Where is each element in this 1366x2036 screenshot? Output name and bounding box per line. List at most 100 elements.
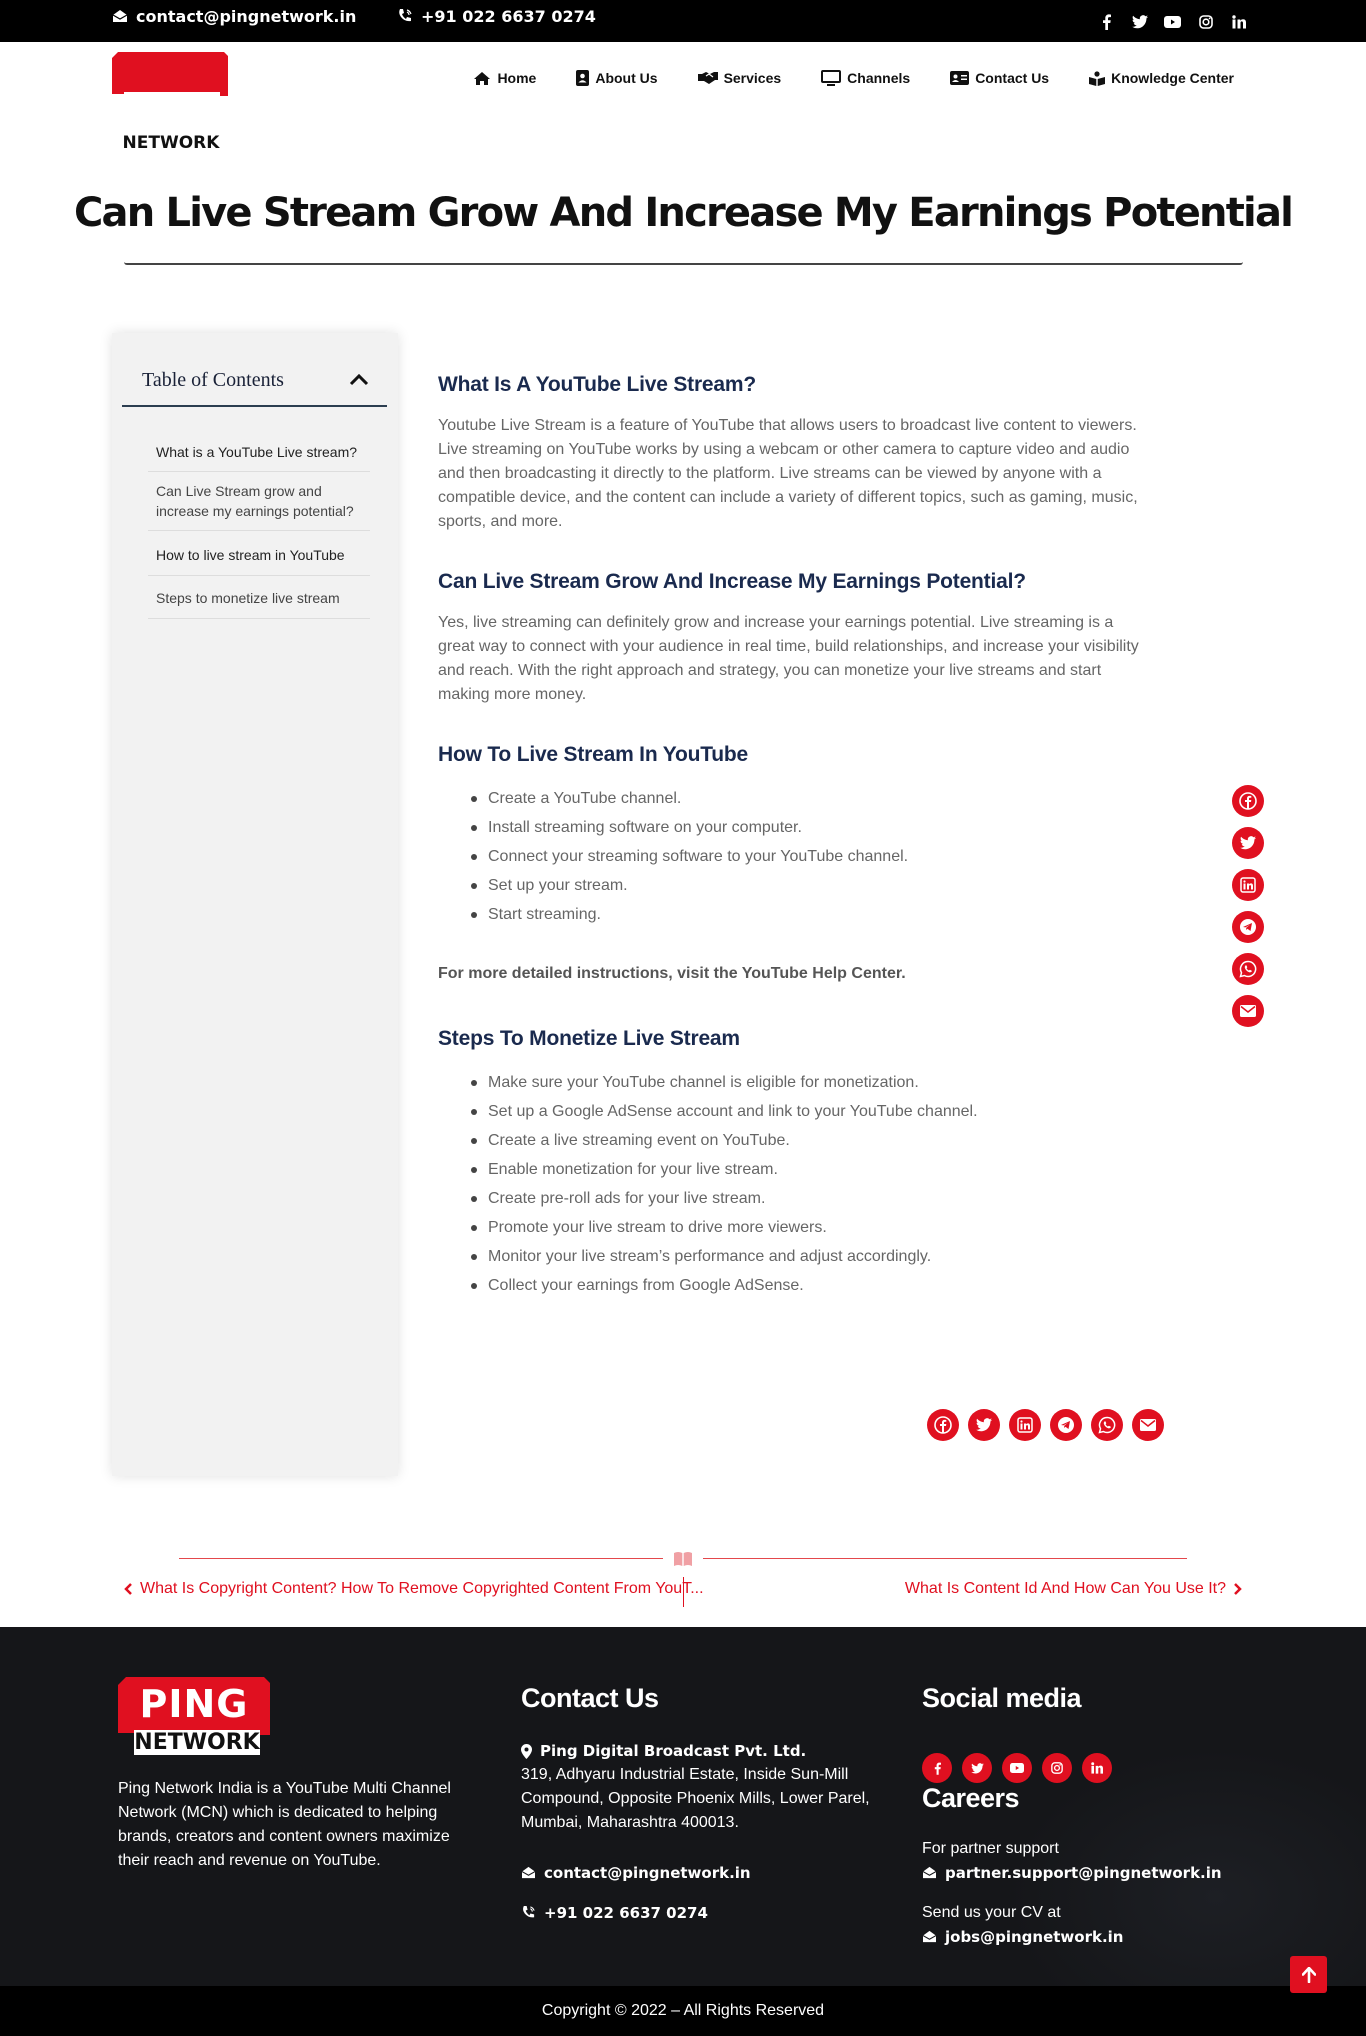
share-linkedin-button[interactable] [1009,1409,1041,1441]
footer-social-links [922,1753,1112,1783]
id-badge-icon [576,70,590,86]
address-card-icon [950,71,970,85]
envelope-open-icon [112,10,128,22]
list-item: Promote your live stream to drive more v… [471,1213,1150,1242]
list-item: Collect your earnings from Google AdSens… [471,1271,1150,1300]
nav-contact-label: Contact Us [975,70,1050,86]
nav-channels[interactable]: Channels [821,70,910,86]
toc-item[interactable]: Steps to monetize live stream [148,576,370,619]
share-email-button[interactable] [1232,995,1264,1027]
list-item: Set up your stream. [471,871,1150,900]
share-whatsapp-button[interactable] [1091,1409,1123,1441]
share-twitter-button[interactable] [1232,827,1264,859]
arrow-up-icon [1301,1966,1316,1983]
share-email-button[interactable] [1132,1409,1164,1441]
site-header: PING NETWORK Home About Us Services Chan… [0,42,1366,152]
whatsapp-icon [1239,960,1257,978]
twitter-icon[interactable] [1131,13,1148,30]
topbar-email: contact@pingnetwork.in [136,6,357,26]
list-item: Monitor your live stream’s performance a… [471,1242,1150,1271]
toc-title: Table of Contents [142,368,284,391]
linkedin-icon[interactable] [1082,1753,1112,1783]
footer-email-link[interactable]: contact@pingnetwork.in [521,1861,751,1885]
next-post-title: What Is Content Id And How Can You Use I… [904,1580,1226,1597]
floating-share-bar [1232,785,1264,1027]
toc-header[interactable]: Table of Contents [122,355,387,407]
youtube-icon[interactable] [1002,1753,1032,1783]
linkedin-icon[interactable] [1230,13,1247,30]
section-heading: What Is A YouTube Live Stream? [438,373,756,396]
share-twitter-button[interactable] [968,1409,1000,1441]
list-item: Connect your streaming software to your … [471,842,1150,871]
steps-list: Create a YouTube channel. Install stream… [438,784,1150,929]
section-heading: Steps To Monetize Live Stream [438,1027,740,1050]
envelope-icon [1140,1419,1156,1431]
footer-logo-text-ping: PING [139,1682,249,1726]
article-content: What Is A YouTube Live Stream? Youtube L… [438,350,1150,1300]
page-title: Can Live Stream Grow And Increase My Ear… [73,190,1294,236]
section-heading: How To Live Stream In YouTube [438,743,749,766]
topbar-phone-link[interactable]: +91 022 6637 0274 [397,6,596,26]
previous-post-title: What Is Copyright Content? How To Remove… [140,1580,704,1597]
nav-knowledge-center[interactable]: Knowledge Center [1089,70,1234,86]
top-bar: contact@pingnetwork.in +91 022 6637 0274 [0,0,1366,42]
footer-company-name: Ping Digital Broadcast Pvt. Ltd. [540,1742,807,1760]
list-item: Start streaming. [471,900,1150,929]
next-post-link[interactable]: What Is Content Id And How Can You Use I… [905,1580,1242,1598]
nav-services[interactable]: Services [697,70,782,86]
nav-about-label: About Us [595,70,658,86]
twitter-icon[interactable] [962,1753,992,1783]
footer-social-heading: Social media [922,1683,1082,1713]
list-item: Install streaming software on your compu… [471,813,1150,842]
toc-item[interactable]: How to live stream in YouTube [148,531,370,576]
envelope-open-icon [922,1866,937,1879]
nav-knowledge-label: Knowledge Center [1111,70,1234,86]
share-telegram-button[interactable] [1232,911,1264,943]
toc-item[interactable]: Can Live Stream grow and increase my ear… [148,472,370,531]
share-linkedin-button[interactable] [1232,869,1264,901]
nav-services-label: Services [723,70,782,86]
nav-home[interactable]: Home [473,70,536,86]
footer-logo-text-network: NETWORK [134,1730,260,1755]
share-facebook-button[interactable] [1232,785,1264,817]
topbar-phone: +91 022 6637 0274 [421,6,596,26]
linkedin-icon [1017,1417,1033,1433]
list-item: Enable monetization for your live stream… [471,1155,1150,1184]
article-share-row [927,1409,1164,1441]
scroll-to-top-button[interactable] [1290,1956,1327,1993]
footer-about-text: Ping Network India is a YouTube Multi Ch… [118,1780,451,1869]
phone-volume-icon [399,9,412,22]
logo-text-network: NETWORK [122,133,220,153]
book-open-icon [674,1552,692,1566]
facebook-icon[interactable] [922,1753,952,1783]
main-nav: Home About Us Services Channels Contact … [473,70,1234,86]
copyright-bar: Copyright © 2022 – All Rights Reserved [0,1986,1366,2036]
share-whatsapp-button[interactable] [1232,953,1264,985]
footer-phone-link[interactable]: +91 022 6637 0274 [521,1901,708,1925]
youtube-icon[interactable] [1164,13,1181,30]
nav-about[interactable]: About Us [576,70,658,86]
partner-support-email-link[interactable]: partner.support@pingnetwork.in [922,1861,1222,1885]
footer-phone: +91 022 6637 0274 [544,1904,708,1922]
share-facebook-button[interactable] [927,1409,959,1441]
previous-post-link[interactable]: What Is Copyright Content? How To Remove… [124,1580,704,1598]
instagram-icon[interactable] [1042,1753,1072,1783]
whatsapp-icon [1098,1416,1116,1434]
twitter-icon [976,1418,992,1432]
chevron-up-icon[interactable] [349,374,369,386]
nav-contact[interactable]: Contact Us [950,70,1049,86]
topbar-social [1098,13,1247,30]
phone-volume-icon [523,1905,535,1918]
partner-support-email: partner.support@pingnetwork.in [945,1864,1222,1882]
list-item: Make sure your YouTube channel is eligib… [471,1068,1150,1097]
chevron-right-icon [1234,1583,1242,1595]
instagram-icon[interactable] [1197,13,1214,30]
topbar-email-link[interactable]: contact@pingnetwork.in [112,6,356,26]
toc-item[interactable]: What is a YouTube Live stream? [148,433,370,472]
share-telegram-button[interactable] [1050,1409,1082,1441]
facebook-icon[interactable] [1098,13,1115,30]
list-item: Create pre-roll ads for your live stream… [471,1184,1150,1213]
list-item: Create a YouTube channel. [471,784,1150,813]
footer-email: contact@pingnetwork.in [544,1864,751,1882]
jobs-email-link[interactable]: jobs@pingnetwork.in [922,1925,1123,1949]
